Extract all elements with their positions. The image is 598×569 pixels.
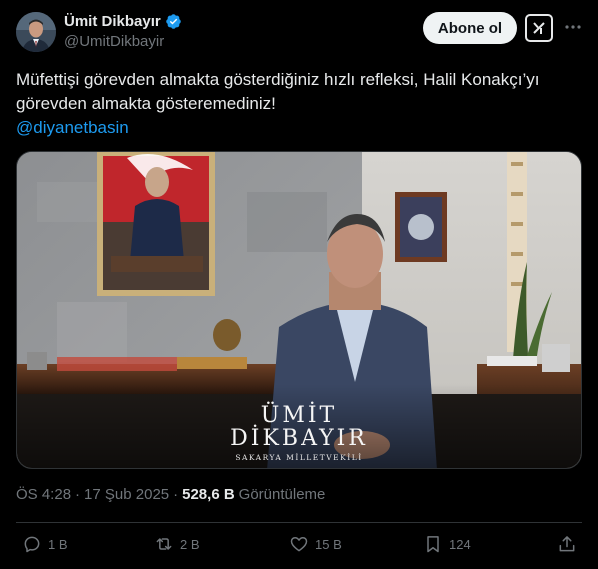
reply-button[interactable]: 1 B [22, 534, 68, 554]
reply-icon [24, 536, 40, 553]
caption-last-name: DİKBAYIR [230, 426, 368, 451]
author-name[interactable]: Ümit Dikbayır [64, 13, 161, 30]
avatar[interactable] [16, 12, 56, 52]
bookmark-button[interactable]: 124 [423, 534, 471, 554]
repost-button[interactable]: 2 B [154, 534, 200, 554]
author-name-row[interactable]: Ümit Dikbayır [64, 13, 182, 30]
like-button[interactable]: 15 B [289, 534, 342, 554]
heart-icon [290, 537, 308, 552]
follow-button[interactable]: Abone ol [423, 12, 517, 44]
like-count: 15 B [315, 536, 342, 552]
more-options-button[interactable] [562, 16, 584, 38]
tweet-video[interactable]: ÜMİT DİKBAYIR SAKARYA MİLLETVEKİLİ [16, 151, 582, 469]
reply-count: 1 B [48, 536, 68, 552]
grok-icon [533, 22, 545, 34]
tweet-date[interactable]: 17 Şub 2025 [84, 486, 169, 503]
tweet-time[interactable]: ÖS 4:28 [16, 486, 71, 503]
repost-icon [156, 538, 172, 550]
share-button[interactable] [557, 534, 577, 554]
repost-count: 2 B [180, 536, 200, 552]
tweet-meta: ÖS 4:28 · 17 Şub 2025 · 528,6 B Görüntül… [16, 486, 325, 503]
caption-first-name: ÜMİT [260, 403, 338, 428]
views-label: Görüntüleme [238, 486, 326, 503]
author-handle[interactable]: @UmitDikbayir [64, 33, 164, 50]
verified-badge-icon [165, 14, 181, 29]
video-caption: ÜMİT DİKBAYIR SAKARYA MİLLETVEKİLİ [17, 398, 581, 468]
tweet-body: Müfettişi görevden almakta gösterdiğiniz… [16, 70, 540, 113]
meta-separator: · [173, 486, 179, 503]
meta-separator: · [75, 486, 81, 503]
bookmark-count: 124 [449, 536, 471, 552]
tweet-text: Müfettişi görevden almakta gösterdiğiniz… [16, 68, 582, 140]
views-count: 528,6 B [182, 486, 235, 503]
grok-button[interactable] [525, 14, 553, 42]
divider [16, 522, 582, 523]
mention-link[interactable]: @diyanetbasin [16, 116, 582, 140]
caption-title: SAKARYA MİLLETVEKİLİ [235, 453, 363, 462]
share-icon [559, 536, 575, 552]
bookmark-icon [427, 536, 439, 553]
more-icon [565, 25, 581, 29]
